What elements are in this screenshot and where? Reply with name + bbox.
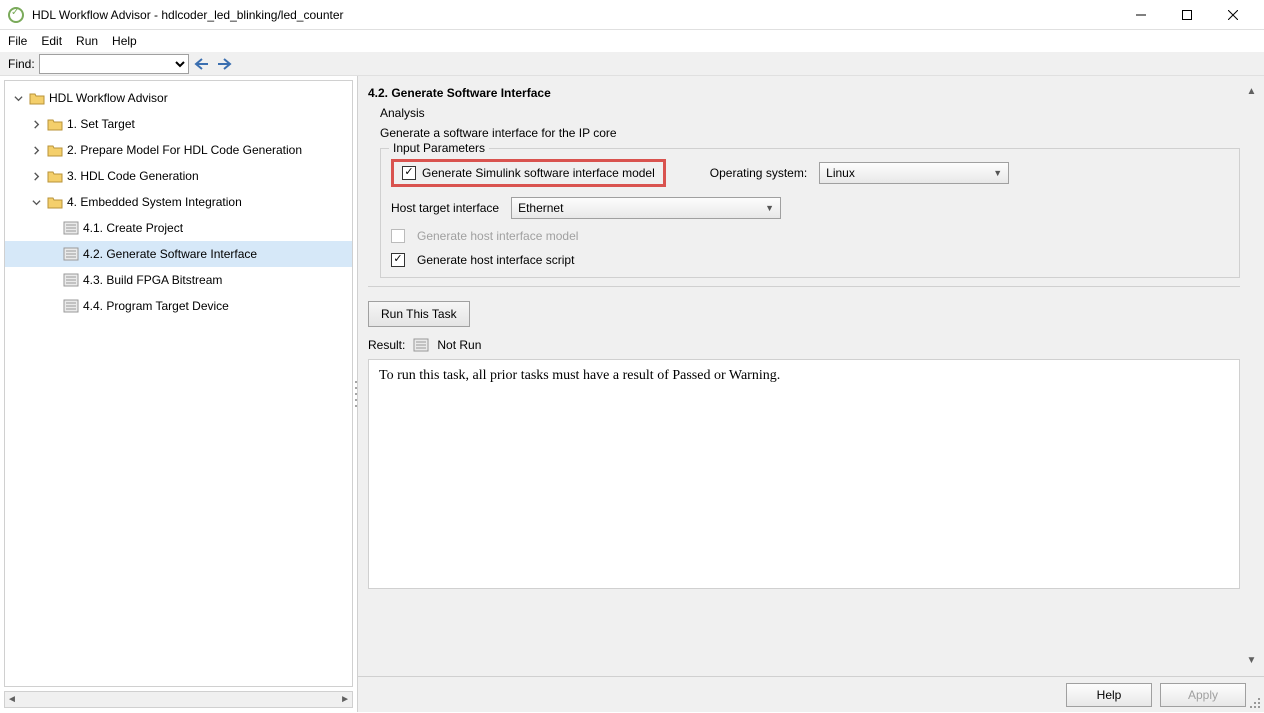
findbar: Find:	[0, 52, 1264, 76]
tree-node-1[interactable]: 1. Set Target	[5, 111, 352, 137]
tree-node-43[interactable]: 4.3. Build FPGA Bitstream	[5, 267, 352, 293]
chevron-down-icon[interactable]	[11, 91, 25, 105]
find-label: Find:	[8, 57, 35, 71]
find-prev-button[interactable]	[193, 55, 211, 73]
tree-item-label: 4.2. Generate Software Interface	[83, 247, 257, 261]
titlebar: HDL Workflow Advisor - hdlcoder_led_blin…	[0, 0, 1264, 30]
chevron-right-icon[interactable]	[29, 169, 43, 183]
left-panel: HDL Workflow Advisor 1. Set Target 2. Pr…	[0, 76, 358, 712]
tree-item-label: 2. Prepare Model For HDL Code Generation	[67, 143, 302, 157]
window-title: HDL Workflow Advisor - hdlcoder_led_blin…	[32, 8, 1118, 22]
apply-button[interactable]: Apply	[1160, 683, 1246, 707]
document-icon	[63, 272, 79, 288]
find-input[interactable]	[39, 54, 189, 74]
tree-item-label: 4. Embedded System Integration	[67, 195, 242, 209]
chevron-down-icon: ▼	[993, 168, 1002, 178]
chevron-down-icon: ▼	[765, 203, 774, 213]
help-button[interactable]: Help	[1066, 683, 1152, 707]
right-panel: 4.2. Generate Software Interface Analysi…	[358, 76, 1264, 712]
tree-item-label: 4.1. Create Project	[83, 221, 183, 235]
result-message-box: To run this task, all prior tasks must h…	[368, 359, 1240, 589]
fieldset-legend: Input Parameters	[389, 141, 489, 155]
menu-file[interactable]: File	[8, 34, 27, 48]
os-value: Linux	[826, 166, 855, 180]
gen-host-script-label: Generate host interface script	[417, 253, 574, 267]
maximize-button[interactable]	[1164, 0, 1210, 30]
tree-node-4[interactable]: 4. Embedded System Integration	[5, 189, 352, 215]
task-title: 4.2. Generate Software Interface	[368, 82, 1240, 106]
gen-host-model-checkbox	[391, 229, 405, 243]
minimize-button[interactable]	[1118, 0, 1164, 30]
chevron-right-icon[interactable]	[29, 143, 43, 157]
document-icon	[63, 220, 79, 236]
window-controls	[1118, 0, 1256, 30]
result-label: Result:	[368, 338, 405, 352]
tree-item-label: 4.3. Build FPGA Bitstream	[83, 273, 222, 287]
document-icon	[63, 298, 79, 314]
run-task-button[interactable]: Run This Task	[368, 301, 470, 327]
input-parameters-fieldset: Input Parameters Generate Simulink softw…	[380, 148, 1240, 278]
result-message: To run this task, all prior tasks must h…	[379, 368, 780, 383]
task-content: 4.2. Generate Software Interface Analysi…	[358, 76, 1264, 676]
analysis-description: Generate a software interface for the IP…	[380, 126, 1240, 140]
tree-item-label: 1. Set Target	[67, 117, 135, 131]
menubar: File Edit Run Help	[0, 30, 1264, 52]
folder-icon	[47, 142, 63, 158]
vertical-scrollbar[interactable]: ▲ ▼	[1243, 84, 1260, 668]
gen-host-script-checkbox[interactable]	[391, 253, 405, 267]
folder-icon	[29, 90, 45, 106]
document-icon	[413, 337, 429, 353]
folder-icon	[47, 168, 63, 184]
scroll-left-icon[interactable]: ◄	[7, 694, 17, 705]
analysis-section: Analysis Generate a software interface f…	[368, 106, 1240, 287]
scroll-down-icon[interactable]: ▼	[1247, 655, 1257, 666]
gen-simulink-checkbox[interactable]	[402, 166, 416, 180]
document-icon	[63, 246, 79, 262]
main-split: HDL Workflow Advisor 1. Set Target 2. Pr…	[0, 76, 1264, 712]
host-iface-label: Host target interface	[391, 201, 499, 215]
highlighted-option: Generate Simulink software interface mod…	[391, 159, 666, 187]
horizontal-scrollbar[interactable]: ◄ ►	[4, 691, 353, 708]
os-dropdown[interactable]: Linux ▼	[819, 162, 1009, 184]
folder-icon	[47, 116, 63, 132]
analysis-label: Analysis	[380, 106, 1240, 120]
menu-run[interactable]: Run	[76, 34, 98, 48]
tree-node-41[interactable]: 4.1. Create Project	[5, 215, 352, 241]
tree-root[interactable]: HDL Workflow Advisor	[5, 85, 352, 111]
menu-help[interactable]: Help	[112, 34, 137, 48]
host-iface-dropdown[interactable]: Ethernet ▼	[511, 197, 781, 219]
gen-simulink-label: Generate Simulink software interface mod…	[422, 166, 655, 180]
close-button[interactable]	[1210, 0, 1256, 30]
scroll-right-icon[interactable]: ►	[340, 694, 350, 705]
chevron-right-icon[interactable]	[29, 117, 43, 131]
result-value: Not Run	[437, 338, 481, 352]
host-iface-value: Ethernet	[518, 201, 563, 215]
bottom-bar: Help Apply	[358, 676, 1264, 712]
tree-item-label: 4.4. Program Target Device	[83, 299, 229, 313]
tree-item-label: HDL Workflow Advisor	[49, 91, 168, 105]
folder-icon	[47, 194, 63, 210]
tree-item-label: 3. HDL Code Generation	[67, 169, 199, 183]
tree-node-2[interactable]: 2. Prepare Model For HDL Code Generation	[5, 137, 352, 163]
app-icon	[8, 7, 24, 23]
os-label: Operating system:	[710, 166, 807, 180]
tree-node-3[interactable]: 3. HDL Code Generation	[5, 163, 352, 189]
resize-grip[interactable]	[1250, 698, 1262, 710]
tree: HDL Workflow Advisor 1. Set Target 2. Pr…	[4, 80, 353, 687]
menu-edit[interactable]: Edit	[41, 34, 62, 48]
gen-host-model-label: Generate host interface model	[417, 229, 578, 243]
scroll-up-icon[interactable]: ▲	[1247, 86, 1257, 97]
result-row: Result: Not Run	[368, 337, 1240, 353]
tree-node-44[interactable]: 4.4. Program Target Device	[5, 293, 352, 319]
chevron-down-icon[interactable]	[29, 195, 43, 209]
tree-node-42[interactable]: 4.2. Generate Software Interface	[5, 241, 352, 267]
find-next-button[interactable]	[215, 55, 233, 73]
